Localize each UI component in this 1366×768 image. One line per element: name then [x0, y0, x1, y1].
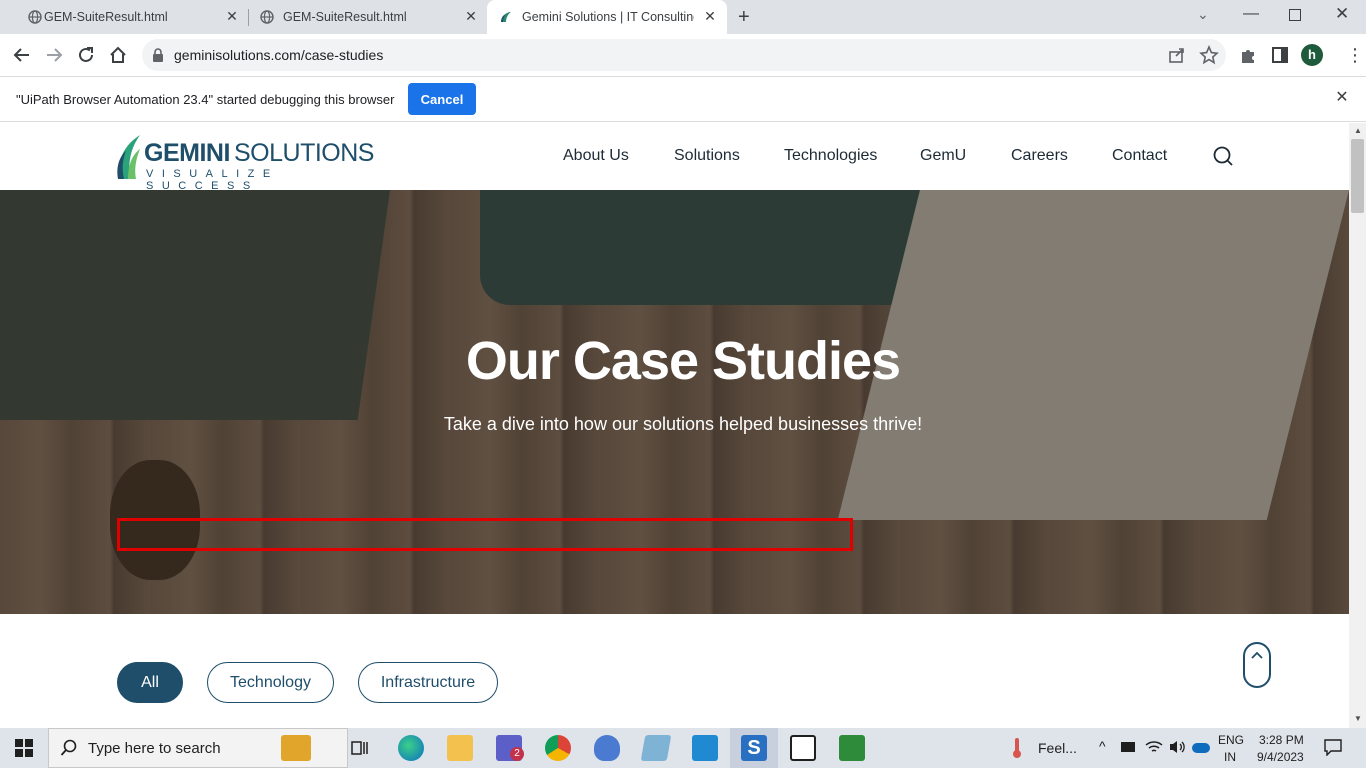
notes-app-icon[interactable]: [640, 735, 672, 761]
thermometer-weather-icon[interactable]: [1011, 737, 1023, 759]
scrollbar-thumb[interactable]: [1351, 139, 1364, 213]
chevron-up-icon: [1251, 651, 1263, 659]
page-title: Our Case Studies: [465, 331, 901, 391]
cancel-debugging-button[interactable]: Cancel: [408, 83, 476, 115]
nav-gemu[interactable]: GemU: [920, 147, 966, 165]
weather-text[interactable]: Feel...: [1038, 740, 1077, 756]
back-arrow-icon[interactable]: [11, 44, 33, 66]
tab-2-label: GEM-SuiteResult.html: [283, 10, 407, 24]
browser-tab-strip: GEM-SuiteResult.html ✕ GEM-SuiteResult.h…: [0, 0, 1366, 34]
battery-icon[interactable]: [1121, 742, 1135, 752]
debug-message: "UiPath Browser Automation 23.4" started…: [16, 92, 395, 107]
filter-technology-button[interactable]: Technology: [207, 662, 334, 703]
browser-tab-2[interactable]: GEM-SuiteResult.html ✕: [249, 0, 487, 34]
nav-technologies[interactable]: Technologies: [784, 147, 877, 165]
globe-icon: [260, 10, 274, 24]
gemini-favicon-icon: [501, 12, 511, 22]
page-subtitle: Take a dive into how our solutions helpe…: [443, 414, 923, 434]
windows-start-icon[interactable]: [15, 739, 33, 757]
scroll-to-top-button[interactable]: [1243, 642, 1271, 688]
logo-tagline: VISUALIZE SUCCESS: [146, 168, 279, 192]
scroll-down-arrow-icon[interactable]: ▼: [1353, 715, 1363, 723]
gemini-leaf-logo-icon: [117, 135, 140, 179]
close-icon[interactable]: ✕: [702, 8, 718, 24]
scroll-up-arrow-icon[interactable]: ▲: [1353, 127, 1363, 135]
new-tab-button[interactable]: +: [738, 6, 750, 29]
edge-browser-icon[interactable]: [398, 735, 424, 761]
browser-tab-1[interactable]: GEM-SuiteResult.html ✕: [8, 0, 248, 34]
browser-menu-icon[interactable]: ⋮: [1346, 44, 1364, 66]
close-icon[interactable]: ✕: [463, 8, 479, 24]
teams-notification-badge: 2: [510, 747, 524, 761]
teams-icon[interactable]: 2: [496, 735, 524, 761]
bookmark-star-icon[interactable]: [1198, 44, 1220, 66]
lock-icon[interactable]: [152, 48, 164, 62]
clock-date[interactable]: 9/4/2023: [1257, 750, 1304, 764]
hero-banner: Our Case Studies Take a dive into how ou…: [0, 190, 1349, 614]
profile-avatar[interactable]: h: [1301, 44, 1323, 66]
extensions-puzzle-icon[interactable]: [1237, 44, 1259, 66]
media-player-icon[interactable]: [839, 735, 865, 761]
forward-arrow-icon[interactable]: [43, 44, 65, 66]
home-icon[interactable]: [107, 44, 129, 66]
gemini-logo[interactable]: GEMINI SOLUTIONS VISUALIZE SUCCESS: [116, 131, 374, 192]
briefcase-icon[interactable]: [281, 735, 311, 761]
window-close-icon[interactable]: ✕: [1335, 4, 1349, 24]
logo-text-gemini: GEMINI: [144, 139, 230, 167]
url-text[interactable]: geminisolutions.com/case-studies: [174, 47, 383, 63]
language-region[interactable]: IN: [1224, 750, 1236, 764]
task-view-icon[interactable]: [350, 738, 370, 758]
site-header: GEMINI SOLUTIONS VISUALIZE SUCCESS About…: [0, 123, 1349, 192]
automation-highlight-box: [117, 518, 853, 551]
nav-solutions[interactable]: Solutions: [674, 147, 740, 165]
language-code[interactable]: ENG: [1218, 733, 1244, 747]
logo-text-solutions: SOLUTIONS: [234, 139, 374, 167]
paint-app-icon[interactable]: [594, 735, 620, 761]
chrome-icon[interactable]: [545, 735, 571, 761]
reload-icon[interactable]: [75, 44, 97, 66]
globe-icon: [28, 10, 42, 24]
uipath-studio-icon[interactable]: S: [741, 735, 767, 761]
tab-1-label: GEM-SuiteResult.html: [44, 10, 168, 24]
notification-center-icon[interactable]: [1324, 738, 1342, 756]
tab-search-chevron-icon[interactable]: ⌄: [1197, 6, 1209, 23]
tab-3-label: Gemini Solutions | IT Consulting,: [522, 10, 694, 24]
onedrive-cloud-icon[interactable]: [1192, 743, 1210, 753]
nav-about-us[interactable]: About Us: [563, 147, 629, 165]
search-icon: [60, 739, 77, 756]
side-panel-icon[interactable]: [1269, 44, 1291, 66]
filter-all-button[interactable]: All: [117, 662, 183, 703]
uipath-assistant-icon[interactable]: [790, 735, 816, 761]
search-icon[interactable]: [1212, 145, 1234, 167]
filter-infrastructure-button[interactable]: Infrastructure: [358, 662, 498, 703]
browser-tab-3-active[interactable]: Gemini Solutions | IT Consulting, ✕: [487, 0, 727, 34]
show-hidden-icons-chevron-icon[interactable]: ^: [1099, 738, 1106, 754]
page-viewport: GEMINI SOLUTIONS VISUALIZE SUCCESS About…: [0, 123, 1349, 728]
minimize-icon[interactable]: —: [1243, 5, 1259, 23]
nav-careers[interactable]: Careers: [1011, 147, 1068, 165]
page-scrollbar[interactable]: [1349, 123, 1366, 728]
close-icon[interactable]: ✕: [224, 8, 240, 24]
volume-icon[interactable]: [1168, 739, 1186, 755]
nav-contact[interactable]: Contact: [1112, 147, 1167, 165]
taskbar-search-placeholder: Type here to search: [88, 740, 221, 757]
restore-icon[interactable]: [1289, 9, 1301, 21]
clock-time[interactable]: 3:28 PM: [1259, 733, 1304, 747]
share-icon[interactable]: [1166, 44, 1188, 66]
file-explorer-icon[interactable]: [447, 735, 473, 761]
close-icon[interactable]: ✕: [1333, 89, 1351, 107]
vscode-icon[interactable]: [692, 735, 718, 761]
wifi-icon[interactable]: [1145, 739, 1163, 755]
